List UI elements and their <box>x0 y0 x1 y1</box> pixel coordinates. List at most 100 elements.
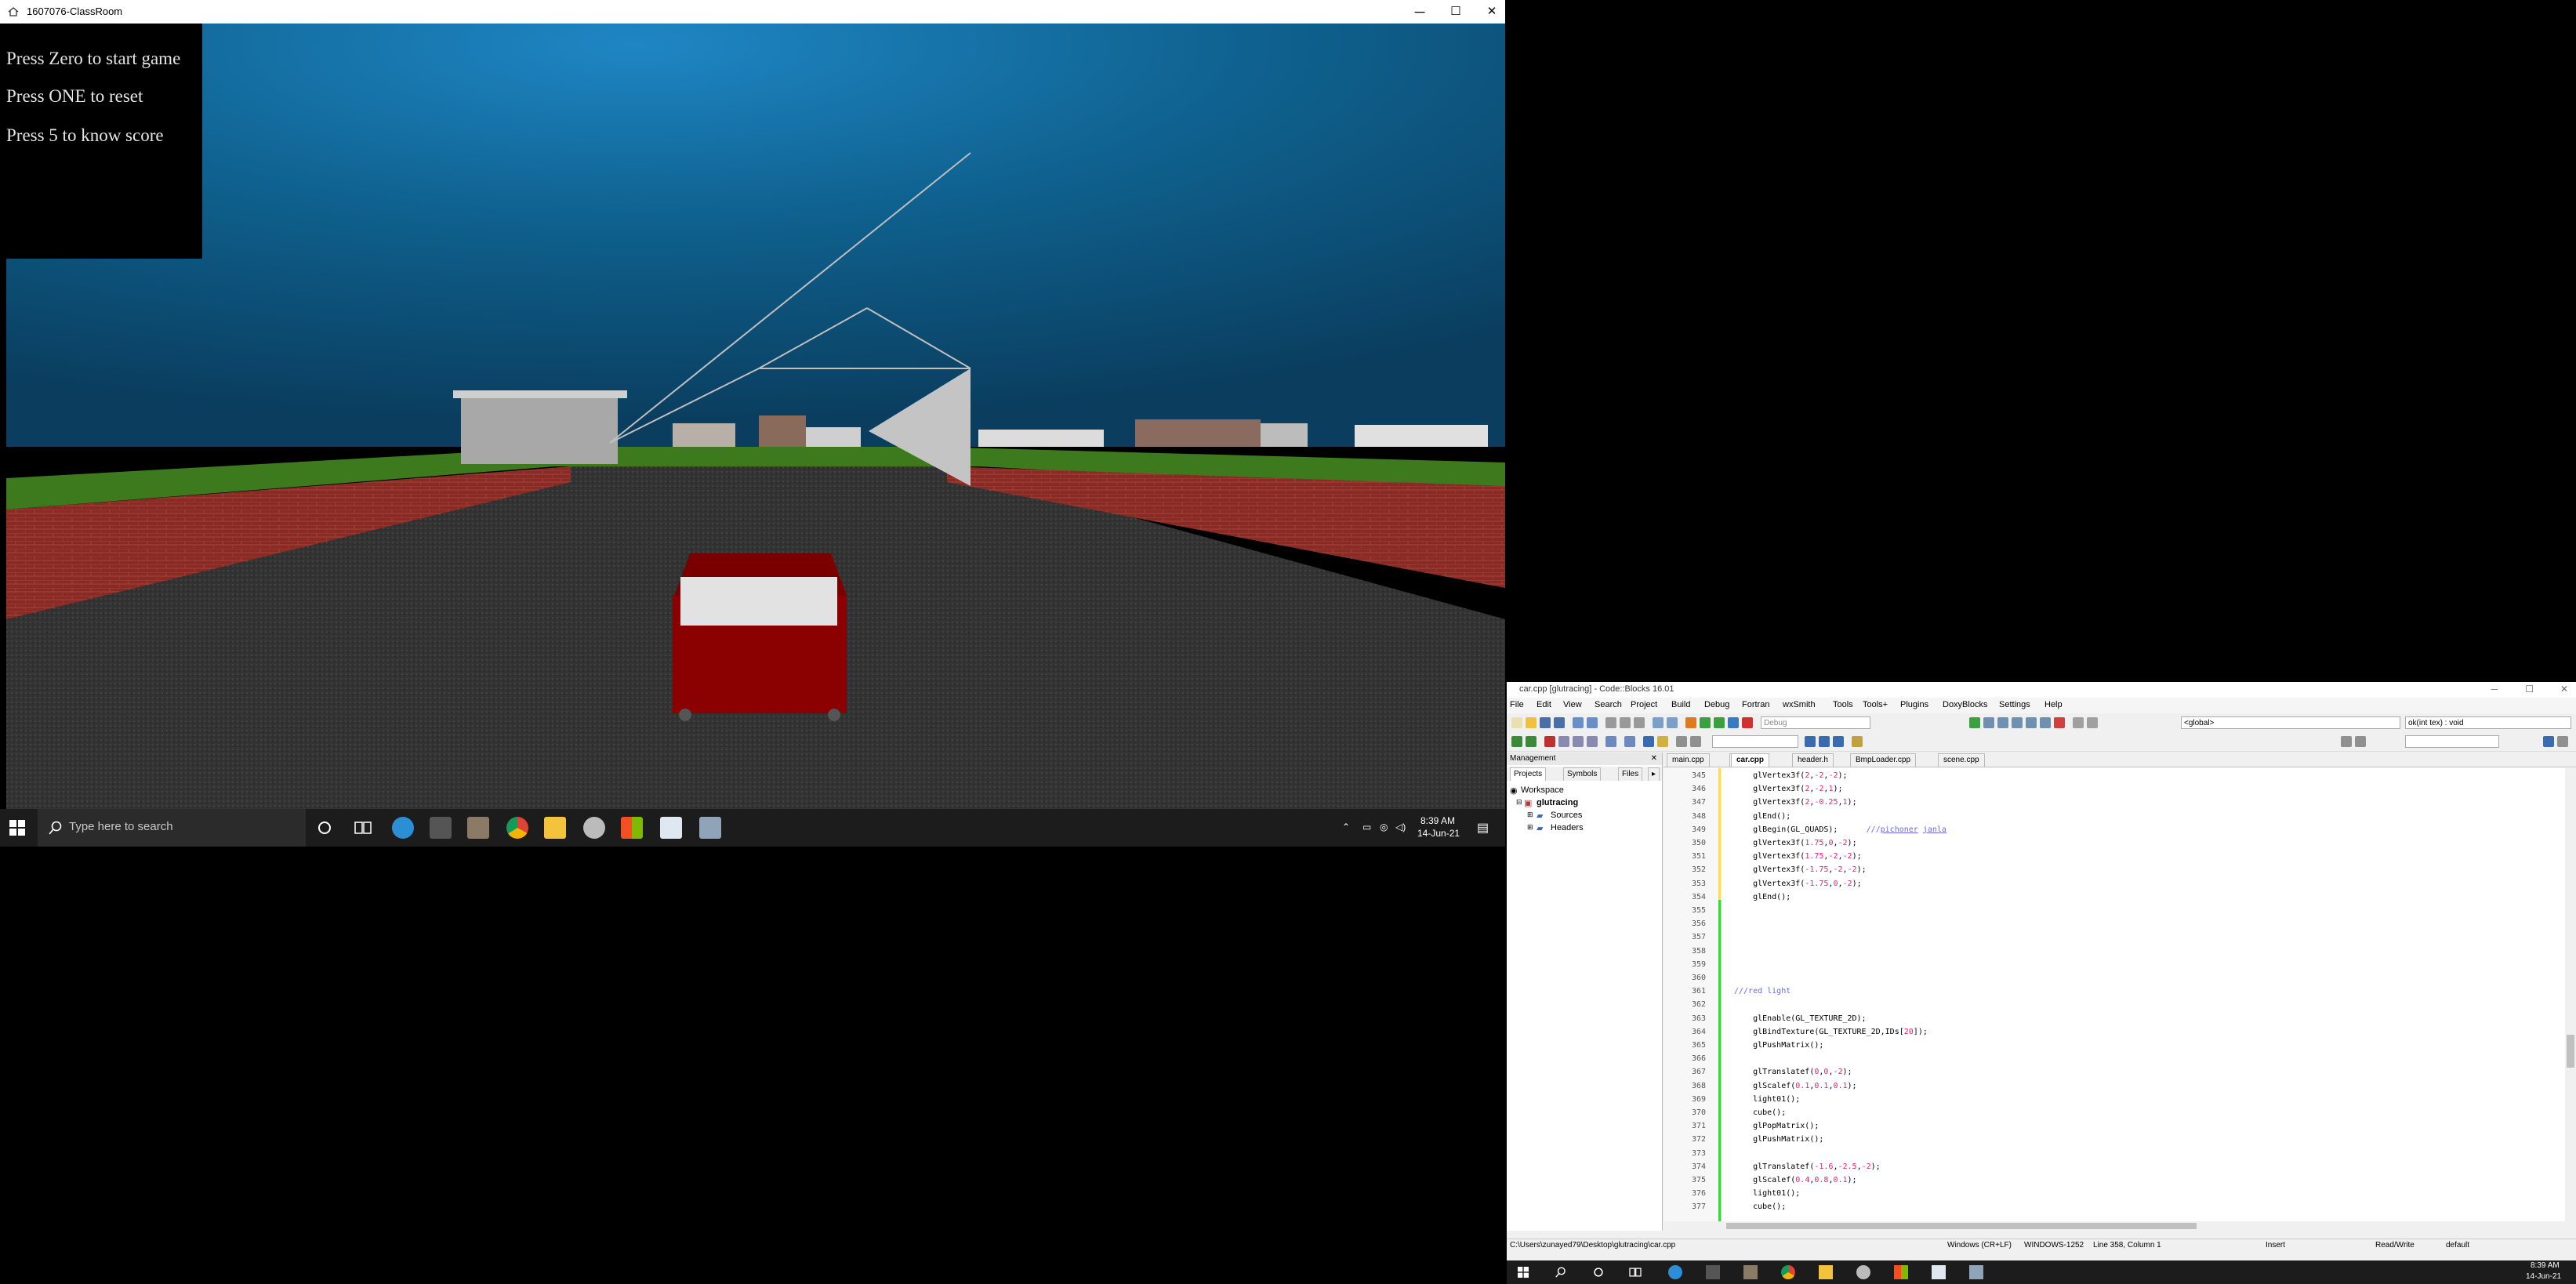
code-line[interactable]: glPopMatrix(); <box>1734 1122 1819 1130</box>
tree-project[interactable]: glutracing <box>1537 798 1578 807</box>
tree-expand-icon[interactable]: ⊟ <box>1516 798 1522 807</box>
build-run-icon[interactable] <box>1714 717 1725 728</box>
minimize-button[interactable]: ─ <box>1402 0 1438 24</box>
ide-maximize-button[interactable]: ☐ <box>2525 684 2534 695</box>
menu-debug[interactable]: Debug <box>1704 700 1729 709</box>
debug-step-out-icon[interactable] <box>2026 717 2037 728</box>
code-line[interactable]: glScalef(0.4,0.8,0.1); <box>1734 1176 1857 1184</box>
code-line[interactable]: glVertex3f(1.75,-2,-2); <box>1734 852 1862 861</box>
debug-next-line-icon[interactable] <box>1997 717 2008 728</box>
debug-windows-icon[interactable] <box>2073 717 2084 728</box>
file-explorer-icon[interactable] <box>1819 1265 1833 1279</box>
debug-next-instruction-icon[interactable] <box>2040 717 2051 728</box>
fortran-icon[interactable] <box>1852 736 1863 747</box>
debug-step-into-icon[interactable] <box>2012 717 2023 728</box>
app-icon-window[interactable] <box>1932 1265 1946 1279</box>
code-line[interactable]: glVertex3f(2,-2,-2); <box>1734 771 1847 780</box>
code-line[interactable]: glTranslatef(-1.6,-2.5,-2); <box>1734 1162 1881 1171</box>
debug-run-to-cursor-icon[interactable] <box>1983 717 1994 728</box>
menu-search[interactable]: Search <box>1595 700 1622 709</box>
code-line[interactable]: glEnd(); <box>1734 893 1791 901</box>
file-explorer-icon[interactable] <box>544 817 566 839</box>
close-button[interactable]: ✕ <box>1474 0 1510 24</box>
doxy-wizard-icon[interactable] <box>1676 736 1687 747</box>
toggle-comment-icon[interactable] <box>1643 736 1654 747</box>
tray-battery-icon[interactable]: ▭ <box>1362 822 1371 832</box>
taskbar-time[interactable]: 8:39 AM <box>2531 1261 2560 1270</box>
taskbar-time[interactable]: 8:39 AM <box>1420 815 1455 826</box>
vertical-scrollbar[interactable] <box>2565 768 2576 1223</box>
tab-main-cpp[interactable]: main.cpp <box>1667 753 1710 767</box>
code-line[interactable]: glBindTexture(GL_TEXTURE_2D,IDs[20]); <box>1734 1028 1928 1036</box>
menu-edit[interactable]: Edit <box>1537 700 1551 709</box>
find-icon[interactable] <box>1653 717 1664 728</box>
tree-sources[interactable]: Sources <box>1551 811 1582 820</box>
menu-build[interactable]: Build <box>1671 700 1690 709</box>
game-title-bar[interactable]: 1607076-ClassRoom ─ ☐ ✕ <box>0 0 1505 24</box>
code-line[interactable]: glVertex3f(1.75,0,-2); <box>1734 839 1857 847</box>
tab-symbols[interactable]: Symbols <box>1563 767 1602 781</box>
code-line[interactable]: cube(); <box>1734 1108 1786 1117</box>
search-combo[interactable] <box>1712 735 1798 748</box>
search-next-icon[interactable] <box>1833 736 1844 747</box>
sources-expand-icon[interactable]: ⊞ <box>1527 811 1533 819</box>
tray-chevron-icon[interactable]: ⌃ <box>1342 822 1350 832</box>
tree-headers[interactable]: Headers <box>1551 823 1584 832</box>
windows-start-icon[interactable] <box>9 820 25 836</box>
run-icon[interactable] <box>1700 717 1711 728</box>
code-line[interactable]: glVertex3f(2,-2,1); <box>1734 785 1842 793</box>
ide-close-button[interactable]: ✕ <box>2560 684 2568 695</box>
code-line[interactable]: glVertex3f(-1.75,-2,-2); <box>1734 865 1867 874</box>
task-view-icon[interactable] <box>354 820 372 836</box>
tab-scene-cpp[interactable]: scene.cpp <box>1938 753 1985 767</box>
jump-back-icon[interactable] <box>1511 736 1522 747</box>
windows-start-icon[interactable] <box>1518 1267 1529 1278</box>
copy-icon[interactable] <box>1620 717 1631 728</box>
game-viewport[interactable] <box>6 24 1505 809</box>
settings-icon[interactable] <box>2557 736 2568 747</box>
search-icon[interactable] <box>1555 1267 1566 1278</box>
stream-comment-icon[interactable] <box>1657 736 1668 747</box>
menu-project[interactable]: Project <box>1631 700 1657 709</box>
app-icon-game[interactable] <box>467 817 489 839</box>
codeblocks-icon[interactable] <box>699 817 721 839</box>
tray-network-icon[interactable]: ◎ <box>1380 822 1388 832</box>
symbol-combo[interactable] <box>2405 735 2499 748</box>
next-bookmark-icon[interactable] <box>1573 736 1584 747</box>
headers-expand-icon[interactable]: ⊞ <box>1527 823 1533 832</box>
redo-icon[interactable] <box>1587 717 1598 728</box>
code-line[interactable]: glPushMatrix(); <box>1734 1135 1823 1144</box>
menu-wxsmith[interactable]: wxSmith <box>1783 700 1816 709</box>
app-icon-game[interactable] <box>1743 1265 1758 1279</box>
taskbar-date[interactable]: 14-Jun-21 <box>1417 828 1460 839</box>
cortana-icon[interactable] <box>1593 1267 1604 1278</box>
ide-title-bar[interactable]: car.cpp [glutracing] - Code::Blocks 16.0… <box>1507 682 2576 698</box>
menu-fortran[interactable]: Fortran <box>1742 700 1769 709</box>
management-close-icon[interactable]: ✕ <box>1651 753 1657 765</box>
store-icon[interactable] <box>1894 1265 1908 1279</box>
code-line[interactable]: glEnable(GL_TEXTURE_2D); <box>1734 1014 1867 1023</box>
task-view-icon[interactable] <box>1629 1267 1642 1278</box>
cortana-icon[interactable] <box>317 820 332 836</box>
rebuild-icon[interactable] <box>1728 717 1739 728</box>
menu-settings[interactable]: Settings <box>1999 700 2030 709</box>
search-prev-icon[interactable] <box>1819 736 1830 747</box>
chrome-icon[interactable] <box>506 817 528 839</box>
uncomment-icon[interactable] <box>1624 736 1635 747</box>
maximize-button[interactable]: ☐ <box>1438 0 1474 24</box>
horizontal-scrollbar[interactable] <box>1664 1221 2576 1231</box>
taskbar-date[interactable]: 14-Jun-21 <box>2526 1272 2561 1281</box>
code-line[interactable]: glVertex3f(-1.75,0,-2); <box>1734 880 1862 888</box>
save-all-icon[interactable] <box>1554 717 1565 728</box>
debug-stop-icon[interactable] <box>2054 717 2065 728</box>
menu-tools[interactable]: Tools <box>1833 700 1853 709</box>
chrome-icon[interactable] <box>1781 1265 1795 1279</box>
code-line[interactable]: glScalef(0.1,0.1,0.1); <box>1734 1082 1857 1090</box>
edge-icon[interactable] <box>1668 1265 1682 1279</box>
undo-icon[interactable] <box>1573 717 1584 728</box>
code-editor[interactable]: main.cpp car.cpp header.h BmpLoader.cpp … <box>1664 753 2576 1231</box>
code-line[interactable]: glTranslatef(0,0,-2); <box>1734 1068 1852 1076</box>
app-icon-circle[interactable] <box>1856 1265 1870 1279</box>
save-icon[interactable] <box>1540 717 1551 728</box>
toggle-bookmark-icon[interactable] <box>1544 736 1555 747</box>
